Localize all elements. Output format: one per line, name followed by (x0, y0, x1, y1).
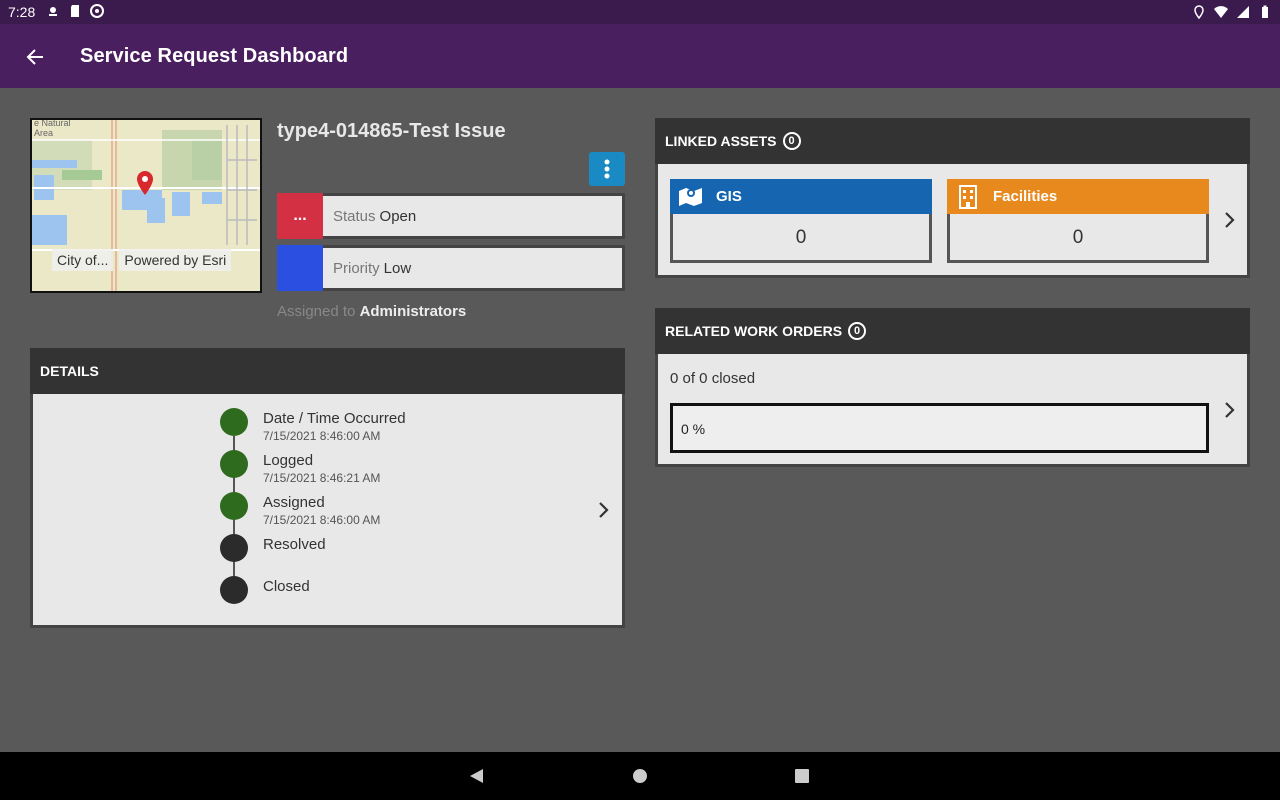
assigned-to: Assigned to Administrators (277, 303, 466, 320)
wifi-icon (1214, 6, 1228, 18)
status-time: 7:28 (8, 4, 36, 20)
map-icon (674, 179, 708, 214)
facilities-asset-card[interactable]: Facilities 0 (947, 179, 1209, 263)
priority-color-swatch (277, 245, 323, 291)
timeline-title: Logged (263, 452, 314, 469)
timeline-date: 7/15/2021 8:46:21 AM (263, 471, 381, 485)
details-header: DETAILS (30, 348, 625, 394)
timeline-dot (220, 576, 248, 604)
progress-text: 0 % (681, 421, 706, 437)
nav-home-icon[interactable] (632, 768, 648, 784)
location-map[interactable]: e Natural Area City of... Powered by Esr… (30, 118, 262, 293)
work-orders-chevron-right-icon[interactable] (1222, 400, 1238, 420)
arrow-left-icon (26, 49, 43, 65)
map-attribution-source: City of... (52, 249, 114, 271)
system-status-bar: 7:28 (0, 0, 1280, 24)
signal-icon (1237, 6, 1249, 18)
timeline-dot (220, 408, 248, 436)
timeline-date: 7/15/2021 8:46:00 AM (263, 513, 381, 527)
map-attribution: City of... Powered by Esri (52, 249, 232, 271)
nav-back-icon[interactable] (469, 768, 485, 784)
facilities-card-header: Facilities (947, 179, 1209, 214)
sd-card-icon (71, 5, 79, 17)
gis-card-count: 0 (795, 227, 807, 248)
map-attribution-esri: Powered by Esri (119, 249, 232, 271)
location-icon (1194, 5, 1204, 19)
system-nav-bar (0, 752, 1280, 800)
priority-value: Low (383, 259, 412, 277)
facilities-card-label: Facilities (993, 188, 1058, 205)
assigned-value: Administrators (359, 303, 467, 320)
gis-card-label: GIS (716, 188, 742, 205)
page-title: Service Request Dashboard (80, 45, 349, 67)
timeline-title: Resolved (263, 536, 326, 553)
priority-row[interactable]: Priority Low (277, 245, 625, 291)
linked-assets-header: LINKED ASSETS 0 (655, 118, 1250, 164)
battery-icon (1262, 5, 1268, 18)
timeline-dot (220, 534, 248, 562)
details-title: DETAILS (40, 363, 99, 379)
issue-title: type4-014865-Test Issue (277, 120, 506, 142)
work-orders-closed-text: 0 of 0 closed (670, 370, 756, 387)
app-bar: Service Request Dashboard (0, 24, 1280, 88)
assigned-label: Assigned to (277, 303, 356, 320)
status-color-swatch: ... (277, 193, 323, 239)
details-chevron-right-icon[interactable] (596, 500, 612, 520)
more-vertical-icon (604, 159, 610, 179)
status-label: Status (333, 207, 376, 225)
gis-asset-card[interactable]: GIS 0 (670, 179, 932, 263)
svg-text:e Natural: e Natural (34, 120, 71, 128)
gis-card-header: GIS (670, 179, 932, 214)
timeline-title: Assigned (263, 494, 325, 511)
map-pin-icon (137, 171, 153, 195)
more-options-button[interactable] (589, 152, 625, 186)
back-button[interactable] (20, 42, 50, 72)
status-row[interactable]: ... Status Open (277, 193, 625, 239)
timeline-date: 7/15/2021 8:46:00 AM (263, 429, 381, 443)
nav-recents-icon[interactable] (794, 768, 810, 784)
notification-icon (49, 7, 57, 16)
timeline-title: Date / Time Occurred (263, 410, 406, 427)
sync-icon (90, 4, 104, 18)
facilities-card-count: 0 (1072, 227, 1084, 248)
status-value: Open (379, 207, 417, 225)
timeline-dot (220, 450, 248, 478)
linked-assets-count-badge: 0 (782, 132, 801, 150)
linked-assets-title: LINKED ASSETS (665, 133, 777, 149)
work-orders-progress-bar: 0 % (670, 403, 1209, 453)
building-icon (951, 179, 985, 214)
linked-assets-chevron-right-icon[interactable] (1222, 210, 1238, 230)
timeline-dot (220, 492, 248, 520)
svg-text:Area: Area (34, 128, 53, 138)
related-work-orders-count-badge: 0 (848, 322, 867, 340)
timeline-title: Closed (263, 578, 310, 595)
priority-label: Priority (333, 259, 380, 277)
related-work-orders-header: RELATED WORK ORDERS 0 (655, 308, 1250, 354)
related-work-orders-title: RELATED WORK ORDERS (665, 323, 843, 339)
